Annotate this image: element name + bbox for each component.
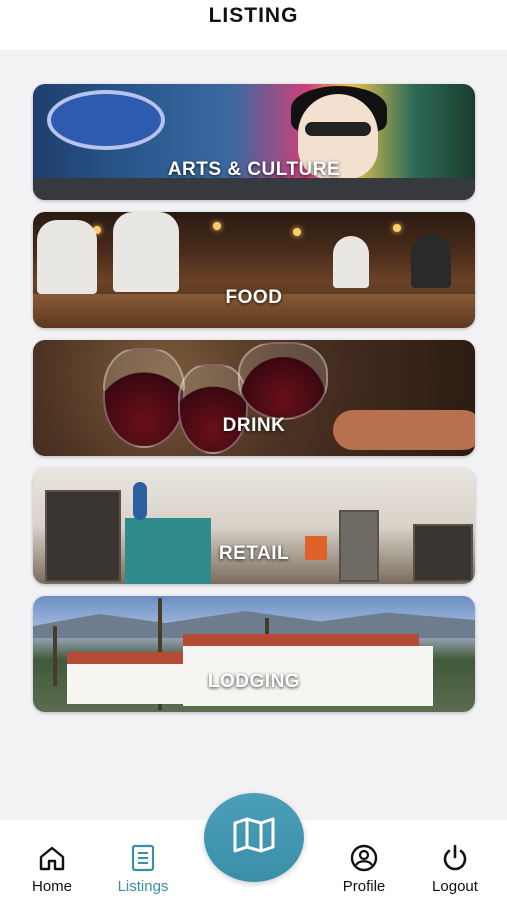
home-icon [12,844,92,872]
category-label: FOOD [225,287,283,308]
tab-profile-label: Profile [342,878,386,895]
display-cabinet [45,490,121,582]
category-list: ARTS & CULTURE FOOD DRINK RETAIL LODGING [33,84,475,724]
category-card-drink[interactable]: DRINK [33,340,475,456]
tab-home-label: Home [31,878,72,895]
category-card-retail[interactable]: RETAIL [33,468,475,584]
tab-profile[interactable]: Profile [324,844,404,895]
profile-icon [324,844,404,872]
power-icon [415,844,495,872]
ceiling-light [393,224,401,232]
tab-logout[interactable]: Logout [415,844,495,895]
diner [37,220,97,294]
listings-icon [103,844,183,872]
map-icon [232,817,276,858]
category-label: DRINK [222,415,286,436]
diner [333,236,369,288]
ceiling-light [213,222,221,230]
vase [133,482,147,520]
tab-listings[interactable]: Listings [103,844,183,895]
mural-graphic [47,90,165,150]
ceiling-light [293,228,301,236]
page-title: LISTING [208,4,299,27]
map-button[interactable] [204,793,304,882]
app-header: LISTING [0,0,507,50]
mural-glasses [305,122,371,136]
category-card-food[interactable]: FOOD [33,212,475,328]
category-label: ARTS & CULTURE [167,159,341,180]
tab-home[interactable]: Home [12,844,92,895]
category-label: RETAIL [218,543,290,564]
street [33,178,475,200]
tab-logout-label: Logout [432,878,478,895]
category-card-lodging[interactable]: LODGING [33,596,475,712]
diner [411,234,451,288]
category-card-arts-culture[interactable]: ARTS & CULTURE [33,84,475,200]
tab-listings-label: Listings [117,878,169,895]
waiter [113,212,179,292]
wine-glass [238,342,328,420]
category-label: LODGING [207,671,301,692]
roof [183,634,419,646]
roof [67,652,187,664]
